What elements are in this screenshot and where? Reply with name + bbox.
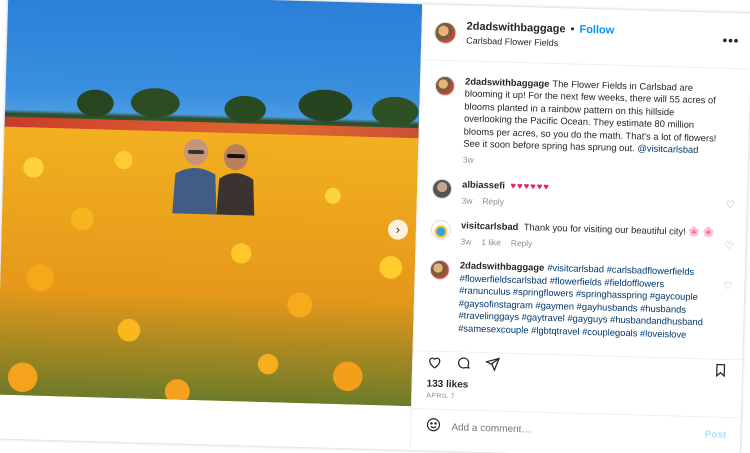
comment-avatar[interactable]	[434, 75, 456, 97]
comment-avatar[interactable]	[429, 260, 451, 281]
comment-username[interactable]: visitcarlsbad	[461, 219, 519, 232]
comment-username[interactable]: 2dadswithbaggage	[460, 260, 545, 273]
comment-username[interactable]: albiassefi	[462, 178, 505, 190]
like-comment-heart-icon[interactable]: ♡	[724, 240, 733, 251]
share-send-icon[interactable]	[484, 356, 501, 376]
like-heart-icon[interactable]	[427, 354, 443, 374]
comment-text: ♥♥♥♥♥♥	[510, 179, 551, 192]
comment-avatar[interactable]	[431, 178, 453, 200]
reply-button[interactable]: Reply	[482, 195, 504, 208]
post-photo[interactable]: ›	[0, 0, 423, 407]
comment-meta: 3w Reply	[462, 195, 719, 215]
comment-item: visitcarlsbad Thank you for visiting our…	[430, 218, 734, 255]
comment-body: 2dadswithbaggage The Flower Fields in Car…	[463, 75, 736, 173]
comment-body: albiassefi ♥♥♥♥♥♥ 3w Reply	[462, 178, 734, 214]
caption-comment: 2dadswithbaggage The Flower Fields in Car…	[433, 75, 736, 174]
hashtag-list[interactable]: #visitcarlsbad #carlsbadflowerfields #fl…	[458, 262, 703, 339]
comment-text: Thank you for visiting our beautiful cit…	[523, 220, 715, 238]
caption-text: The Flower Fields in Carlsbad are bloomi…	[463, 77, 717, 154]
comment-time[interactable]: 3w	[462, 195, 473, 208]
comment-avatar[interactable]	[430, 219, 452, 240]
author-info: 2dadswithbaggage • Follow Carlsbad Flowe…	[466, 21, 723, 53]
more-options-icon[interactable]: •••	[722, 33, 739, 48]
post-side-panel: 2dadswithbaggage • Follow Carlsbad Flowe…	[409, 4, 750, 453]
like-comment-heart-icon[interactable]: ♡	[723, 281, 732, 292]
comment-username[interactable]: 2dadswithbaggage	[465, 75, 550, 88]
author-username[interactable]: 2dadswithbaggage	[466, 21, 565, 36]
comments-list: 2dadswithbaggage The Flower Fields in Car…	[414, 60, 750, 359]
add-comment-bar: Post	[410, 408, 741, 453]
hashtag-comment: 2dadswithbaggage #visitcarlsbad #carlsbad…	[428, 259, 733, 342]
add-comment-input[interactable]	[451, 422, 695, 441]
comment-bubble-icon[interactable]	[456, 355, 472, 375]
comment-time[interactable]: 3w	[463, 154, 474, 167]
save-bookmark-icon[interactable]	[713, 362, 729, 382]
mention-link[interactable]: @visitcarlsbad	[637, 142, 698, 155]
author-avatar[interactable]	[434, 21, 457, 44]
like-comment-heart-icon[interactable]: ♡	[726, 200, 735, 211]
reply-button[interactable]: Reply	[511, 237, 533, 250]
follow-button[interactable]: Follow	[579, 24, 614, 37]
dot-separator: •	[570, 23, 575, 36]
comment-meta: 3w	[463, 154, 720, 174]
like-count[interactable]: 133 likes	[426, 379, 468, 391]
comment-body: visitcarlsbad Thank you for visiting our…	[460, 219, 732, 255]
comment-body: 2dadswithbaggage #visitcarlsbad #carlsbad…	[458, 260, 731, 342]
post-header: 2dadswithbaggage • Follow Carlsbad Flowe…	[421, 4, 750, 70]
comment-item: albiassefi ♥♥♥♥♥♥ 3w Reply ♡	[431, 177, 735, 214]
comment-meta: 3w 1 like Reply	[460, 235, 717, 255]
post-date[interactable]: APRIL 7	[426, 393, 455, 401]
post-comment-button[interactable]: Post	[704, 429, 726, 441]
photo-people	[172, 139, 255, 216]
comment-time[interactable]: 3w	[460, 235, 471, 248]
instagram-post-card: › 2dadswithbaggage • Follow Carlsbad Flo…	[0, 0, 750, 453]
comment-like-count[interactable]: 1 like	[481, 236, 501, 249]
emoji-smiley-icon[interactable]	[425, 417, 442, 438]
